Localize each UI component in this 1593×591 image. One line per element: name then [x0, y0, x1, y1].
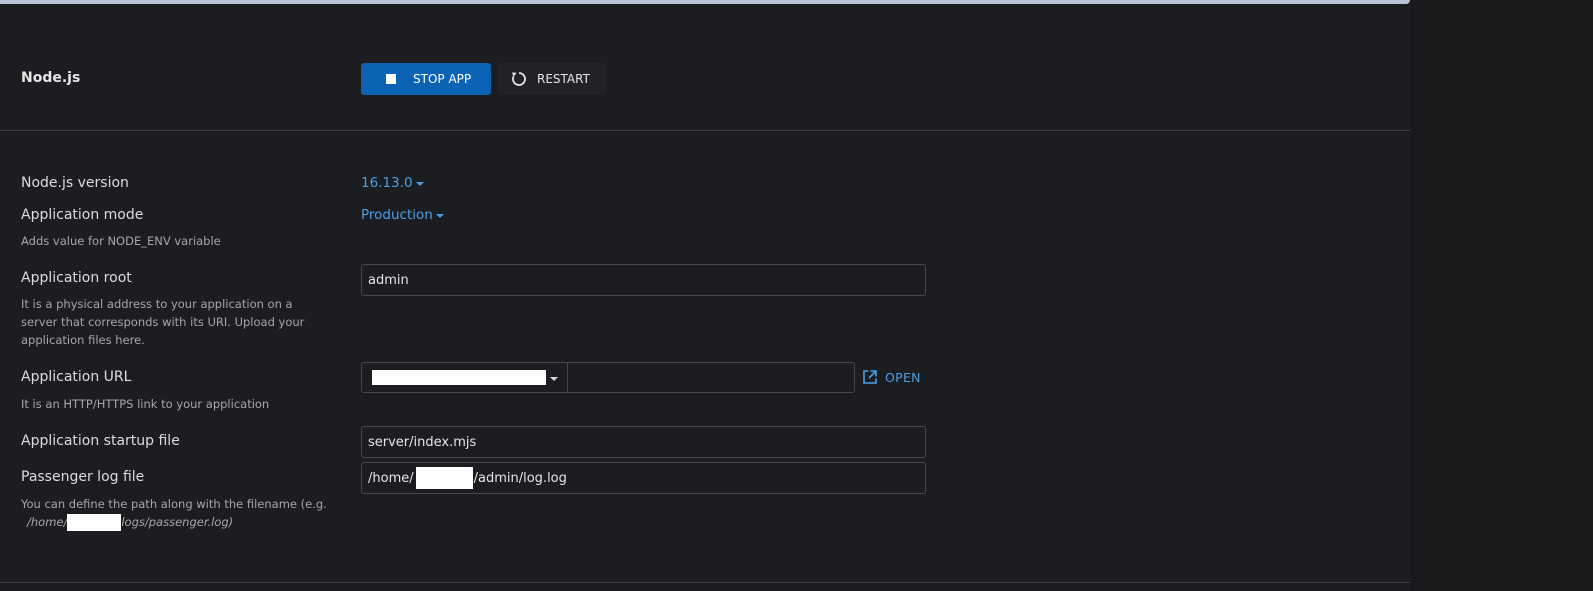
passenger-log-hint-text: You can define the path along with the f… [21, 497, 327, 511]
passenger-log-label: Passenger log file [21, 469, 145, 485]
startup-file-value: server/index.mjs [368, 434, 477, 450]
caret-down-icon [550, 376, 558, 381]
passenger-log-example-prefix: /home/ [27, 515, 68, 529]
caret-down-icon [415, 182, 424, 186]
application-root-input[interactable]: admin [361, 264, 926, 296]
passenger-log-hint: You can define the path along with the f… [21, 495, 361, 531]
nodejs-version-value: 16.13.0 [361, 175, 413, 191]
divider [0, 130, 1410, 131]
section-title: Node.js [21, 70, 81, 86]
passenger-log-suffix: /admin/log.log [473, 470, 567, 486]
redacted-domain [372, 370, 546, 385]
redacted-username [415, 467, 473, 489]
application-root-hint: It is a physical address to your applica… [21, 297, 305, 347]
passenger-log-input[interactable]: /home/ /admin/log.log [361, 462, 926, 494]
nodejs-version-dropdown[interactable]: 16.13.0 [361, 175, 424, 191]
stop-app-label: STOP APP [413, 72, 472, 86]
restart-button[interactable]: RESTART [498, 63, 606, 95]
nodejs-version-label: Node.js version [21, 175, 129, 191]
app-settings-panel: Node.js STOP APP RESTART Node.js version… [0, 0, 1410, 591]
application-url-hint: It is an HTTP/HTTPS link to your applica… [21, 397, 270, 411]
top-border [0, 0, 1410, 4]
application-mode-value: Production [361, 207, 433, 223]
restart-label: RESTART [537, 72, 590, 86]
restart-icon [512, 72, 526, 86]
application-mode-hint: Adds value for NODE_ENV variable [21, 234, 221, 248]
application-root-value: admin [368, 272, 409, 288]
startup-file-label: Application startup file [21, 433, 180, 449]
startup-file-input[interactable]: server/index.mjs [361, 426, 926, 458]
caret-down-icon [435, 214, 444, 218]
application-url-path-input[interactable] [567, 362, 855, 393]
page-background [1410, 0, 1593, 591]
passenger-log-prefix: /home/ [368, 470, 414, 486]
open-url-link[interactable]: OPEN [862, 369, 921, 385]
stop-icon [386, 74, 396, 84]
open-label: OPEN [885, 369, 921, 385]
external-link-icon [863, 370, 877, 384]
stop-app-button[interactable]: STOP APP [361, 63, 491, 95]
divider [0, 582, 1410, 583]
redacted-username [67, 514, 122, 531]
application-url-label: Application URL [21, 369, 132, 385]
passenger-log-example-suffix: logs/passenger.log) [121, 515, 234, 529]
application-mode-dropdown[interactable]: Production [361, 207, 444, 223]
application-mode-label: Application mode [21, 207, 144, 223]
domain-select[interactable] [361, 362, 567, 393]
application-root-label: Application root [21, 270, 132, 286]
